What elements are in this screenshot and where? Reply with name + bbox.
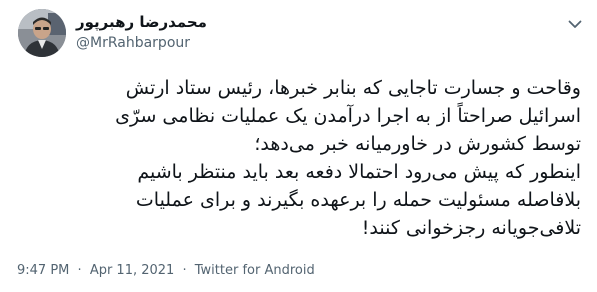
tweet-text-line: توسط کشورش در خاورمیانه خبر می‌دهد؛: [254, 133, 581, 155]
chevron-down-icon[interactable]: [565, 14, 585, 34]
tweet-text: وقاحت و جسارت تاجایی که بنابر خبرها، رئی…: [14, 74, 581, 242]
tweet-text-line: وقاحت و جسارت تاجایی که بنابر خبرها، رئی…: [125, 77, 581, 99]
tweet-text-line: اینطور که پیش می‌رود احتمالا دفعه بعد با…: [137, 161, 581, 183]
meta-separator: ·: [182, 263, 187, 278]
author-display-name[interactable]: محمدرضا رهبرپور: [76, 12, 207, 32]
tweet-text-line: بلافاصله مسئولیت حمله را برعهده بگیرند و…: [135, 189, 581, 211]
author-block: محمدرضا رهبرپور @MrRahbarpour: [76, 12, 207, 53]
tweet-time[interactable]: 9:47 PM: [17, 263, 69, 278]
avatar[interactable]: [18, 9, 66, 57]
tweet-date[interactable]: Apr 11, 2021: [90, 263, 175, 278]
tweet-meta: 9:47 PM · Apr 11, 2021 · Twitter for And…: [17, 263, 315, 278]
tweet-text-line: تلافی‌جویانه رجزخوانی کنند!: [361, 217, 581, 239]
author-handle[interactable]: @MrRahbarpour: [76, 33, 207, 53]
profile-photo-icon: [18, 9, 66, 57]
tweet-card: محمدرضا رهبرپور @MrRahbarpour وقاحت و جس…: [0, 0, 597, 292]
tweet-source[interactable]: Twitter for Android: [195, 263, 315, 278]
tweet-text-line: اسرائیل صراحتاً از به اجرا درآمدن یک عمل…: [115, 105, 581, 127]
meta-separator: ·: [77, 263, 82, 278]
